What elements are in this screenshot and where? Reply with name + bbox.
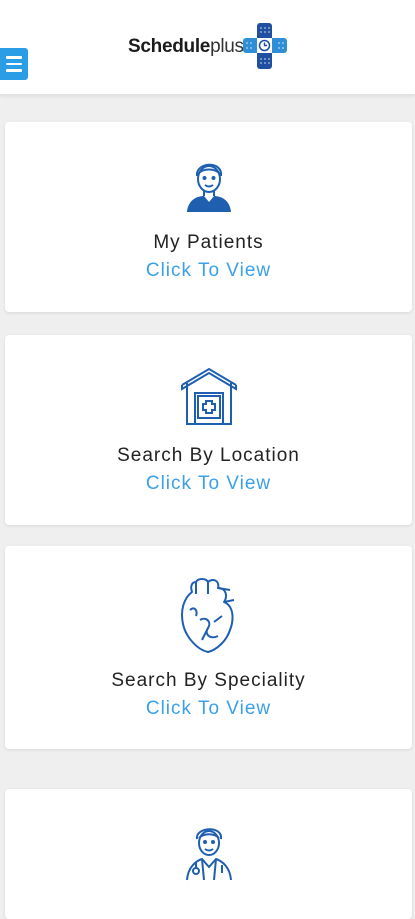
app-logo: Scheduleplus [128, 22, 287, 72]
hospital-icon [180, 367, 237, 425]
heart-icon [180, 578, 234, 653]
patient-icon [186, 163, 231, 212]
card-search-by-location[interactable]: Search By Location Click To View [5, 335, 412, 525]
logo-text-plus: plus [210, 36, 244, 57]
logo-text-bold: Schedule [128, 36, 211, 57]
logo-text: Scheduleplus [128, 36, 244, 58]
click-to-view-link[interactable]: Click To View [5, 473, 412, 495]
click-to-view-link[interactable]: Click To View [5, 698, 412, 720]
menu-line [6, 56, 22, 59]
card-my-patients[interactable]: My Patients Click To View [5, 122, 412, 312]
doctor-icon [185, 828, 232, 881]
click-to-view-link[interactable]: Click To View [5, 260, 412, 282]
plus-cross-logo-icon [243, 23, 287, 69]
menu-line [6, 62, 22, 66]
app-header: Scheduleplus [0, 0, 415, 95]
card-search-by-speciality[interactable]: Search By Speciality Click To View [5, 546, 412, 749]
card-title: My Patients [153, 232, 264, 253]
card-title: Search By Location [117, 445, 300, 466]
menu-line [6, 69, 22, 72]
hamburger-menu-button[interactable] [0, 48, 28, 80]
card-title: Search By Speciality [111, 670, 306, 691]
